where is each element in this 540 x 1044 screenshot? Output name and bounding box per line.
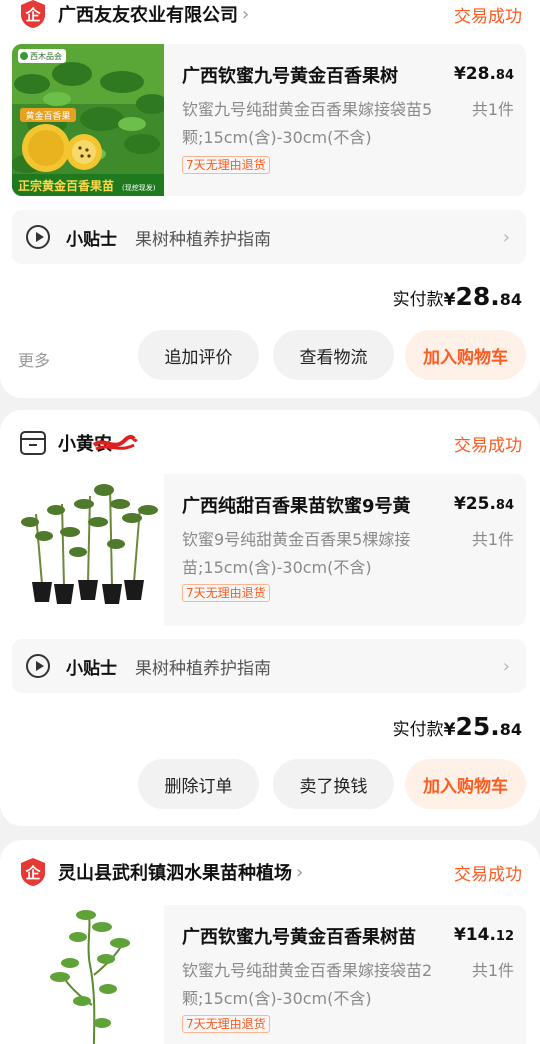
redaction-scribble	[92, 435, 138, 451]
product-price: ¥28.84	[454, 64, 514, 84]
add-to-cart-button[interactable]: 加入购物车	[405, 759, 526, 809]
price-cents: 84	[495, 498, 514, 513]
add-review-button[interactable]: 追加评价	[138, 330, 259, 380]
resell-button[interactable]: 卖了换钱	[273, 759, 394, 809]
product-image	[12, 905, 164, 1044]
tip-title: 小贴士	[66, 229, 117, 250]
product-quantity: 共1件	[471, 100, 514, 119]
svg-text:企: 企	[24, 6, 41, 24]
paid-cents: 84	[499, 720, 522, 739]
price-currency: ¥	[453, 494, 466, 514]
image-caption-text: 正宗黄金百香果苗	[18, 178, 114, 193]
product-image: 西木品会 黄金百香果 正宗黄金百香果苗 (现挖现发)	[12, 44, 164, 196]
paid-cents: 84	[499, 290, 522, 309]
image-fruit-text: 黄金百香果	[25, 110, 70, 122]
paid-currency: ¥	[443, 720, 456, 740]
return-policy-tag: 7天无理由退货	[182, 584, 270, 602]
tip-text: 果树种植养护指南	[135, 229, 271, 250]
return-policy-tag: 7天无理由退货	[182, 156, 270, 174]
price-currency: ¥	[453, 925, 466, 945]
svg-text:企: 企	[24, 864, 41, 882]
chevron-right-icon: ›	[296, 861, 304, 883]
add-to-cart-button[interactable]: 加入购物车	[405, 330, 526, 380]
order-status: 交易成功	[454, 435, 522, 456]
tip-title: 小贴士	[66, 658, 117, 679]
product-item[interactable]: 西木品会 黄金百香果 正宗黄金百香果苗 (现挖现发) 广西钦蜜九号黄金百香果树 …	[12, 44, 526, 196]
product-title[interactable]: 广西纯甜百香果苗钦蜜9号黄	[182, 492, 464, 518]
product-spec: 钦蜜九号纯甜黄金百香果嫁接袋苗5颗;15cm(含)-30cm(不含)	[182, 100, 433, 147]
return-policy-tag: 7天无理由退货	[182, 1015, 270, 1033]
chevron-right-icon: ›	[502, 226, 510, 248]
shop-name[interactable]: 广西友友农业有限公司	[58, 1, 238, 27]
enterprise-badge-icon: 企	[21, 858, 45, 886]
product-image	[12, 474, 164, 626]
order-status: 交易成功	[454, 864, 522, 885]
shop-header[interactable]: 企 灵山县武利镇泗水果苗种植场 › 交易成功	[18, 852, 522, 892]
care-guide-tip[interactable]: 小贴士 果树种植养护指南 ›	[12, 210, 526, 264]
enterprise-badge-icon: 企	[21, 0, 45, 28]
price-cents: 84	[495, 68, 514, 83]
product-spec: 钦蜜9号纯甜黄金百香果5棵嫁接苗;15cm(含)-30cm(不含)	[182, 530, 411, 577]
chevron-right-icon: ›	[502, 655, 510, 677]
paid-amount: 实付款¥28.84	[393, 282, 522, 311]
shop-header[interactable]: 企 广西友友农业有限公司 › 交易成功	[18, 0, 522, 34]
price-currency: ¥	[453, 64, 466, 84]
more-button[interactable]: 更多	[18, 347, 50, 371]
image-brand-text: 西木品会	[30, 51, 62, 61]
price-cents: 12	[495, 929, 514, 944]
price-int: 25.	[465, 494, 496, 514]
paid-amount: 实付款¥25.84	[393, 712, 522, 741]
product-item[interactable]: 广西纯甜百香果苗钦蜜9号黄 ¥25.84 钦蜜9号纯甜黄金百香果5棵嫁接苗;15…	[12, 474, 526, 626]
product-price: ¥14.12	[454, 925, 514, 945]
paid-label: 实付款	[392, 290, 444, 310]
order-card-3: 企 灵山县武利镇泗水果苗种植场 › 交易成功 广西钦蜜九号黄金百香果树苗 ¥14…	[0, 840, 540, 1044]
product-title[interactable]: 广西钦蜜九号黄金百香果树	[182, 62, 464, 88]
paid-currency: ¥	[443, 290, 456, 310]
view-logistics-button[interactable]: 查看物流	[273, 330, 394, 380]
shop-name[interactable]: 灵山县武利镇泗水果苗种植场	[58, 859, 292, 885]
price-int: 28.	[465, 64, 496, 84]
image-caption-small-text: (现挖现发)	[122, 183, 156, 192]
delete-order-button[interactable]: 删除订单	[138, 759, 259, 809]
product-quantity: 共1件	[471, 530, 514, 549]
store-icon	[20, 431, 46, 455]
paid-int: 28.	[455, 282, 500, 311]
shop-header[interactable]: 小黄农 交易成功	[18, 423, 522, 463]
order-card-2: 小黄农 交易成功 广西纯甜百香果苗钦蜜9号黄 ¥25.84 钦蜜9号纯甜黄金百香…	[0, 410, 540, 826]
product-item[interactable]: 广西钦蜜九号黄金百香果树苗 ¥14.12 钦蜜九号纯甜黄金百香果嫁接袋苗2颗;1…	[12, 905, 526, 1044]
order-card-1: 企 广西友友农业有限公司 › 交易成功 西木品会 黄金百香果 正宗黄金百香果苗 …	[0, 0, 540, 398]
play-icon	[26, 225, 50, 249]
product-quantity: 共1件	[471, 961, 514, 980]
product-spec: 钦蜜九号纯甜黄金百香果嫁接袋苗2颗;15cm(含)-30cm(不含)	[182, 961, 433, 1008]
paid-label: 实付款	[392, 720, 444, 740]
chevron-right-icon: ›	[242, 3, 250, 25]
care-guide-tip[interactable]: 小贴士 果树种植养护指南 ›	[12, 639, 526, 693]
paid-int: 25.	[455, 712, 500, 741]
tip-text: 果树种植养护指南	[135, 658, 271, 679]
price-int: 14.	[465, 925, 496, 945]
product-title[interactable]: 广西钦蜜九号黄金百香果树苗	[182, 923, 464, 949]
play-icon	[26, 654, 50, 678]
product-price: ¥25.84	[454, 494, 514, 514]
order-status: 交易成功	[454, 6, 522, 27]
